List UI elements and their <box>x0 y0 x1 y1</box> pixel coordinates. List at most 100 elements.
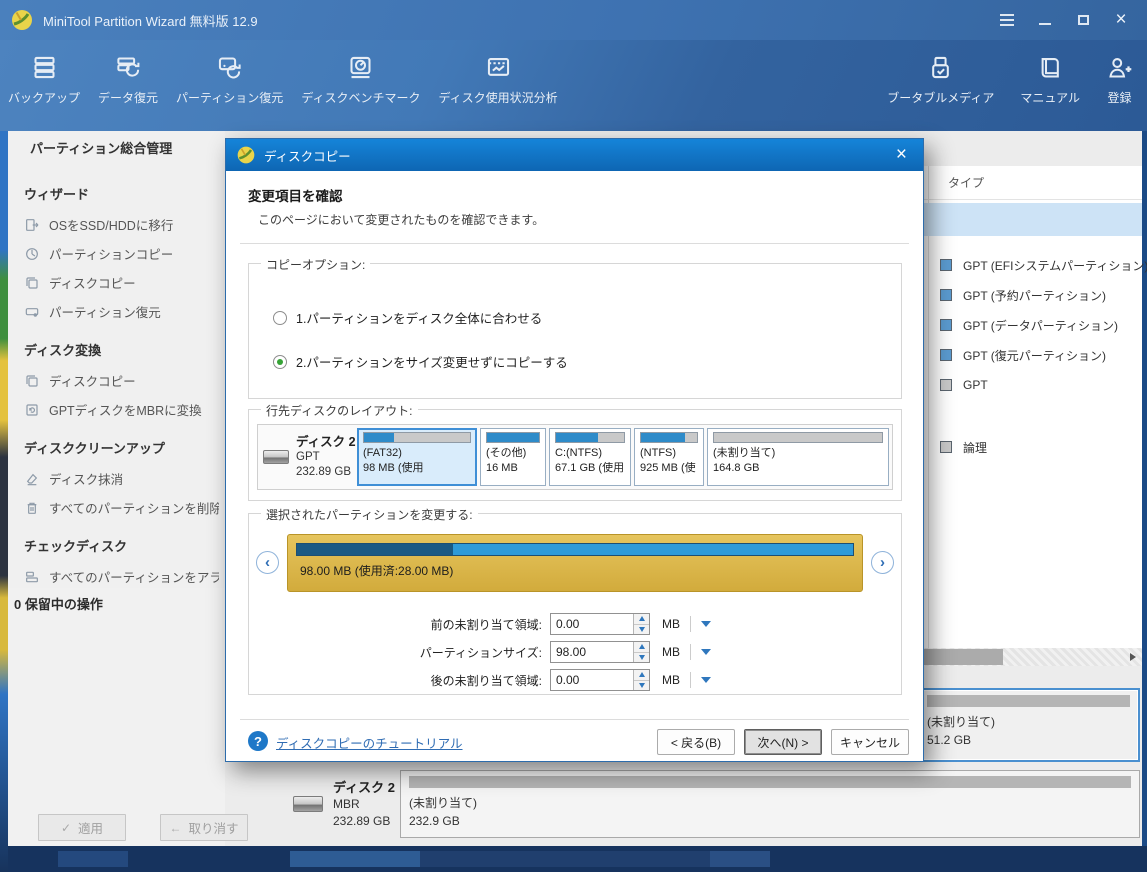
unit-dropdown-icon[interactable] <box>701 649 711 655</box>
type-row-label: GPT <box>963 378 988 392</box>
dialog-titlebar[interactable]: ディスクコピー × <box>226 139 923 171</box>
divider <box>240 243 909 244</box>
sidebar-item-disk-copy[interactable]: ディスクコピー <box>24 366 219 395</box>
resize-legend: 選択されたパーティションを変更する: <box>261 506 478 523</box>
sidebar-item-label: パーティションコピー <box>49 244 173 263</box>
scrollbar-thumb[interactable] <box>917 649 1003 665</box>
toolbar-bootable-media[interactable]: ブータブルメディア <box>887 40 994 106</box>
unit-label: MB <box>662 673 680 687</box>
sidebar-item-gpt-mbr[interactable]: GPTディスクをMBRに変換 <box>24 395 219 424</box>
toolbar-register[interactable]: 登録 <box>1106 40 1133 106</box>
type-square-icon <box>940 259 952 271</box>
tab-partition-management[interactable]: パーティション総合管理 <box>8 131 225 166</box>
undo-button[interactable]: ← 取り消す <box>160 814 248 841</box>
check-icon: ✓ <box>61 821 71 835</box>
minimize-icon[interactable] <box>1037 12 1053 28</box>
apply-button[interactable]: ✓ 適用 <box>38 814 126 841</box>
copy-option-1[interactable]: 1.パーティションをディスク全体に合わせる <box>273 308 542 327</box>
spin-up-icon[interactable] <box>634 614 649 625</box>
toolbar-partition-recovery[interactable]: パーティション復元 <box>176 40 283 106</box>
size-input-value: 0.00 <box>551 614 633 634</box>
toolbar-manual[interactable]: マニュアル <box>1020 40 1080 106</box>
disk2-unallocated-cell[interactable]: (未割り当て) 232.9 GB <box>400 770 1140 838</box>
radio-button-selected[interactable] <box>273 355 287 369</box>
toolbar-item-label: パーティション復元 <box>176 89 283 106</box>
spin-up-icon[interactable] <box>634 642 649 653</box>
disk-copy-icon <box>24 373 40 389</box>
disk-usage-icon <box>485 54 512 81</box>
sidebar-item-delete-all[interactable]: すべてのパーティションを削除 <box>24 493 219 522</box>
size-input[interactable]: 98.00 <box>550 641 650 663</box>
target-partitions: (FAT32)98 MB (使用(その他)16 MBC:(NTFS)67.1 G… <box>354 425 892 489</box>
spin-down-icon[interactable] <box>634 681 649 691</box>
partition-size: 16 MB <box>486 461 540 476</box>
scroll-right-arrow-icon[interactable] <box>1130 653 1136 661</box>
copy-option-2[interactable]: 2.パーティションをサイズ変更せずにコピーする <box>273 352 568 371</box>
unit-dropdown-icon[interactable] <box>701 677 711 683</box>
toolbar-disk-benchmark[interactable]: ディスクベンチマーク <box>301 40 420 106</box>
help-icon[interactable]: ? <box>248 731 268 751</box>
disk-size: 232.89 GB <box>333 813 395 830</box>
partition-size: 98 MB (使用 <box>363 461 471 476</box>
radio-button[interactable] <box>273 311 287 325</box>
target-partition-cell[interactable]: (未割り当て)164.8 GB <box>707 428 889 486</box>
prev-partition-button[interactable]: ‹ <box>256 551 279 574</box>
sidebar-item-partition-recover[interactable]: パーティション復元 <box>24 297 219 326</box>
target-partition-cell[interactable]: (FAT32)98 MB (使用 <box>357 428 477 486</box>
selected-partition-box[interactable]: 98.00 MB (使用済:28.00 MB) <box>287 534 863 592</box>
back-button[interactable]: < 戻る(B) <box>657 729 735 755</box>
sidebar-item-partition-copy[interactable]: パーティションコピー <box>24 239 219 268</box>
dialog-logo-icon <box>236 145 256 165</box>
spin-down-icon[interactable] <box>634 653 649 663</box>
partition-usage-bar <box>640 432 698 443</box>
sidebar-item-disk-copy[interactable]: ディスクコピー <box>24 268 219 297</box>
sidebar-item-align[interactable]: すべてのパーティションをアライメン <box>24 562 219 588</box>
spinner <box>633 670 649 690</box>
sidebar-sections: ウィザードOSをSSD/HDDに移行パーティションコピーディスクコピーパーティシ… <box>8 166 225 588</box>
next-partition-button[interactable]: › <box>871 551 894 574</box>
size-input[interactable]: 0.00 <box>550 613 650 635</box>
type-square-icon <box>940 319 952 331</box>
disk-name: ディスク 2 <box>296 435 356 450</box>
tutorial-link[interactable]: ディスクコピーのチュートリアル <box>276 733 463 752</box>
size-input[interactable]: 0.00 <box>550 669 650 691</box>
undo-button-label: 取り消す <box>188 818 238 837</box>
partition-label: C:(NTFS) <box>555 446 625 461</box>
spin-down-icon[interactable] <box>634 625 649 635</box>
toolbar-data-recovery[interactable]: データ復元 <box>98 40 158 106</box>
close-icon[interactable]: × <box>1113 12 1129 28</box>
disk1-unallocated-cell[interactable]: (未割り当て) 51.2 GB <box>917 688 1140 762</box>
target-partition-cell[interactable]: (その他)16 MB <box>480 428 546 486</box>
menu-icon[interactable] <box>999 12 1015 28</box>
unit-dropdown-icon[interactable] <box>701 621 711 627</box>
copy-options-legend: コピーオプション: <box>261 256 370 273</box>
sidebar-section-title: ディスククリーンアップ <box>24 438 219 457</box>
undo-arrow-icon: ← <box>169 821 181 835</box>
toolbar-disk-usage[interactable]: ディスク使用状況分析 <box>438 40 557 106</box>
type-column-header[interactable]: タイプ <box>948 174 984 191</box>
register-icon <box>1106 54 1133 81</box>
target-partition-cell[interactable]: C:(NTFS)67.1 GB (使用 <box>549 428 631 486</box>
toolbar-backup[interactable]: バックアップ <box>8 40 80 106</box>
partition-usage-bar <box>409 776 1131 788</box>
sidebar-item-label: パーティション復元 <box>49 302 161 321</box>
target-partition-cell[interactable]: (NTFS)925 MB (使 <box>634 428 704 486</box>
selected-partition-label: 98.00 MB (使用済:28.00 MB) <box>300 562 862 579</box>
sidebar-item-label: GPTディスクをMBRに変換 <box>49 400 202 419</box>
size-field-label: 前の未割り当て領域: <box>367 616 542 633</box>
cancel-button[interactable]: キャンセル <box>831 729 909 755</box>
sidebar-item-os-migrate[interactable]: OSをSSD/HDDに移行 <box>24 210 219 239</box>
partition-label: (未割り当て) <box>409 794 1131 812</box>
partition-usage-bar <box>555 432 625 443</box>
dialog-close-icon[interactable]: × <box>890 146 913 164</box>
target-layout-group: 行先ディスクのレイアウト: ディスク 2 GPT 232.89 GB (FAT3… <box>248 409 902 501</box>
sidebar-item-wipe[interactable]: ディスク抹消 <box>24 464 219 493</box>
maximize-icon[interactable] <box>1075 12 1091 28</box>
partition-label: (FAT32) <box>363 446 471 461</box>
dialog-subheading: このページにおいて変更されたものを確認できます。 <box>258 211 544 228</box>
next-button[interactable]: 次へ(N) > <box>744 729 822 755</box>
toolbar: バックアップデータ復元パーティション復元 ディスクベンチマークディスク使用状況分析… <box>0 40 1147 131</box>
spin-up-icon[interactable] <box>634 670 649 681</box>
partition-size: 51.2 GB <box>927 731 1130 749</box>
size-input-value: 98.00 <box>551 642 633 662</box>
